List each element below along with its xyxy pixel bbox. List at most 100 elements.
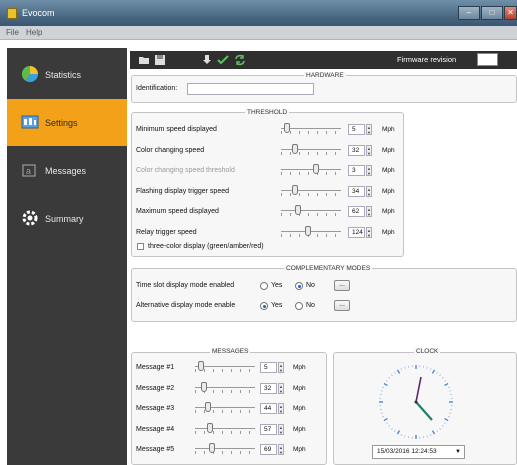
menu-help[interactable]: Help [26, 28, 42, 37]
clock-tick [380, 390, 383, 392]
three-color-checkbox[interactable] [137, 243, 144, 250]
settings-icon [21, 115, 39, 129]
chevron-down-icon[interactable]: ▼ [455, 449, 461, 455]
spin-arrows-icon[interactable]: ▲ ▼ [366, 124, 372, 135]
clock-tick [383, 382, 388, 387]
sidebar-item-settings[interactable]: Settings [7, 99, 127, 146]
threshold-value-field[interactable]: 3 [348, 165, 365, 176]
spin-arrows-icon[interactable]: ▲ ▼ [278, 403, 284, 414]
threshold-label: Maximum speed displayed [136, 208, 219, 215]
threshold-value-field[interactable]: 34 [348, 185, 365, 197]
threshold-slider[interactable] [281, 184, 341, 197]
yes-radio[interactable] [260, 282, 268, 290]
clock-tick [431, 369, 436, 374]
message-value-field[interactable]: 69 [260, 444, 277, 455]
threshold-value-field[interactable]: 62 [348, 206, 365, 217]
slider-thumb[interactable] [295, 205, 301, 215]
more-options-button[interactable]: ... [334, 280, 350, 291]
no-radio[interactable] [295, 302, 303, 310]
slider-thumb[interactable] [313, 164, 319, 174]
spin-arrows-icon[interactable]: ▲ ▼ [366, 144, 372, 156]
refresh-icon[interactable] [234, 54, 246, 66]
slider-thumb[interactable] [305, 225, 311, 236]
spin-arrows-icon[interactable]: ▲ ▼ [278, 382, 284, 394]
slider-track [281, 128, 341, 129]
slider-track [195, 407, 255, 408]
no-label: No [306, 302, 315, 309]
menu-bar: File Help [0, 26, 517, 40]
slider-thumb[interactable] [292, 143, 298, 154]
message-label: Message #3 [136, 405, 175, 412]
sidebar-item-summary[interactable]: Summary [7, 195, 127, 242]
spin-arrows-icon[interactable]: ▲ ▼ [278, 362, 284, 373]
threshold-slider[interactable] [281, 143, 341, 156]
spin-arrows-icon[interactable]: ▲ ▼ [366, 185, 372, 197]
threshold-value-field[interactable]: 32 [348, 144, 365, 156]
spin-arrows-icon[interactable]: ▲ ▼ [278, 423, 284, 435]
close-button[interactable]: ✕ [504, 6, 517, 20]
complementary-modes-title: COMPLEMENTARY MODES [284, 265, 373, 272]
clock-tick [388, 425, 391, 428]
message-unit: Mph [293, 384, 306, 392]
spin-arrows-icon[interactable]: ▲ ▼ [366, 206, 372, 217]
datetime-picker[interactable]: 15/03/2016 12:24:53 [372, 445, 465, 459]
threshold-slider[interactable] [281, 164, 341, 176]
threshold-slider[interactable] [281, 123, 341, 135]
message-value-field[interactable]: 5 [260, 362, 277, 373]
message-slider[interactable] [195, 443, 255, 455]
clock-tick [436, 371, 439, 374]
firmware-revision-label: Firmware revision [397, 55, 457, 64]
slider-thumb[interactable] [205, 402, 211, 412]
slider-thumb[interactable] [198, 361, 204, 371]
check-icon[interactable] [217, 54, 229, 66]
message-value-field[interactable]: 57 [260, 423, 277, 435]
slider-thumb[interactable] [209, 443, 215, 453]
more-options-button[interactable]: ... [334, 300, 350, 311]
sidebar-item-statistics[interactable]: Statistics [7, 51, 127, 98]
clock-tick [444, 382, 449, 387]
threshold-unit: Mph [382, 167, 395, 174]
sidebar-item-messages[interactable]: a Messages [7, 147, 127, 194]
statistics-icon [21, 65, 39, 83]
slider-ticks [195, 451, 255, 454]
hardware-title: HARDWARE [304, 72, 346, 79]
identification-label: Identification: [136, 85, 178, 92]
spin-arrows-icon[interactable]: ▲ ▼ [278, 444, 284, 455]
message-slider[interactable] [195, 422, 255, 435]
threshold-slider[interactable] [281, 225, 341, 238]
slider-thumb[interactable] [284, 123, 290, 133]
clock-title: CLOCK [414, 348, 441, 355]
slider-thumb[interactable] [201, 381, 207, 392]
summary-icon [22, 210, 38, 226]
slider-ticks [281, 213, 341, 216]
minimize-button[interactable]: – [458, 6, 480, 20]
slider-track [281, 148, 341, 150]
spin-arrows-icon[interactable]: ▲ ▼ [366, 165, 372, 176]
message-slider[interactable] [195, 381, 255, 394]
spin-arrows-icon[interactable]: ▲ ▼ [366, 226, 372, 238]
open-folder-icon[interactable] [138, 54, 150, 66]
threshold-value-field[interactable]: 124 [348, 226, 365, 238]
yes-radio[interactable] [260, 302, 268, 310]
message-slider[interactable] [195, 361, 255, 373]
clock-tick [441, 376, 444, 379]
no-radio[interactable] [295, 282, 303, 290]
slider-thumb[interactable] [292, 184, 298, 195]
message-slider[interactable] [195, 402, 255, 414]
maximize-button[interactable]: □ [481, 6, 503, 20]
download-icon[interactable] [201, 54, 213, 66]
menu-file[interactable]: File [6, 28, 19, 37]
message-unit: Mph [293, 405, 306, 412]
threshold-unit: Mph [382, 228, 395, 236]
clock-tick [382, 386, 385, 389]
identification-input[interactable] [187, 83, 314, 95]
threshold-slider[interactable] [281, 205, 341, 217]
message-value-field[interactable]: 32 [260, 382, 277, 394]
save-icon[interactable] [154, 54, 166, 66]
sidebar: Statistics Settings a Messages Summary [7, 48, 127, 465]
clock-tick [444, 379, 447, 382]
slider-thumb[interactable] [207, 422, 213, 433]
message-value-field[interactable]: 44 [260, 403, 277, 414]
slider-track [281, 169, 341, 170]
threshold-value-field[interactable]: 5 [348, 124, 365, 135]
